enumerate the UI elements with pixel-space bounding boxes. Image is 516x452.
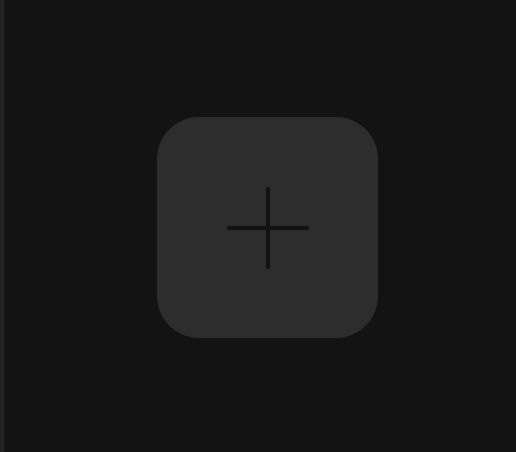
plus-icon	[226, 186, 309, 269]
add-button[interactable]	[157, 117, 378, 338]
main-panel	[0, 0, 516, 452]
left-edge-divider	[2, 0, 5, 452]
